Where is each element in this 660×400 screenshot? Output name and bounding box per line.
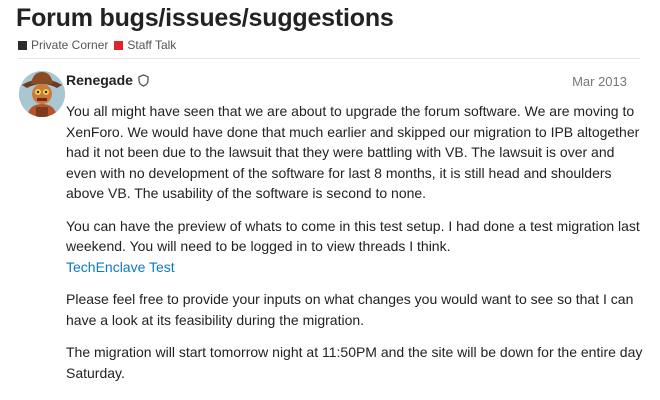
post-paragraph: You can have the preview of whats to com… [66,217,640,255]
post-author: Renegade [66,72,149,88]
category-label: Private Corner [31,38,109,52]
author-name[interactable]: Renegade [66,72,133,88]
category-label: Staff Talk [127,38,177,52]
shield-icon [138,73,149,87]
topic-title[interactable]: Forum bugs/issues/suggestions [16,4,394,33]
post-paragraph: Please feel free to provide your inputs … [66,291,634,328]
post-date[interactable]: Mar 2013 [572,74,627,89]
category-breadcrumb: Private Corner Staff Talk [18,38,182,52]
avatar[interactable] [19,71,65,117]
category-color-square [114,40,124,50]
topic-divider [18,58,640,59]
post-paragraph: The migration will start tomorrow night … [66,344,643,381]
category-staff-talk[interactable]: Staff Talk [114,38,176,52]
avatar-image [19,71,65,117]
category-color-square [18,40,27,50]
post-paragraph: You all might have seen that we are abou… [66,103,640,201]
post-body: You all might have seen that we are abou… [66,101,648,395]
techenclave-test-link[interactable]: TechEnclave Test [66,259,175,275]
category-private-corner[interactable]: Private Corner [18,38,108,52]
post-paragraph-with-link: You can have the preview of whats to com… [66,216,648,278]
